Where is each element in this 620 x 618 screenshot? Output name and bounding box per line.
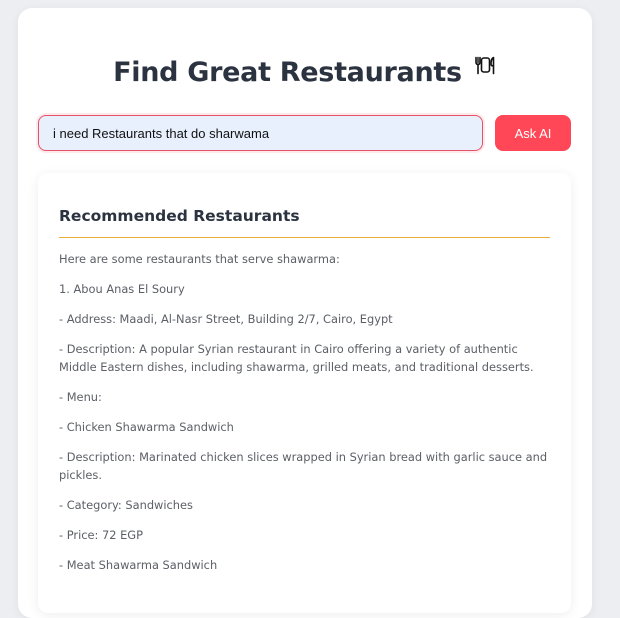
search-bar: Ask AI bbox=[38, 115, 571, 151]
result-paragraph: 1. Abou Anas El Soury bbox=[59, 282, 185, 296]
result-paragraph: - Description: Marinated chicken slices … bbox=[59, 450, 548, 482]
result-paragraph: - Category: Sandwiches bbox=[59, 498, 193, 512]
result-paragraph: Here are some restaurants that serve sha… bbox=[59, 252, 340, 266]
result-paragraph: - Menu: bbox=[59, 390, 102, 404]
results-panel: Recommended Restaurants Here are some re… bbox=[38, 173, 571, 613]
result-paragraph: - Description: A popular Syrian restaura… bbox=[59, 342, 534, 374]
search-input[interactable] bbox=[38, 115, 483, 151]
results-body: Here are some restaurants that serve sha… bbox=[59, 250, 553, 586]
page-title: Find Great Restaurants bbox=[113, 57, 462, 88]
ask-ai-button[interactable]: Ask AI bbox=[495, 115, 571, 151]
result-paragraph: - Chicken Shawarma Sandwich bbox=[59, 420, 234, 434]
result-paragraph: - Address: Maadi, Al-Nasr Street, Buildi… bbox=[59, 312, 393, 326]
plate-cutlery-icon bbox=[473, 53, 497, 81]
results-heading: Recommended Restaurants bbox=[59, 207, 300, 225]
page-header: Find Great Restaurants bbox=[18, 56, 592, 88]
result-paragraph: - Price: 72 EGP bbox=[59, 528, 143, 542]
heading-divider bbox=[59, 237, 550, 238]
result-paragraph: - Meat Shawarma Sandwich bbox=[59, 558, 218, 572]
main-card: Find Great Restaurants Ask AI Recommende… bbox=[18, 8, 592, 618]
